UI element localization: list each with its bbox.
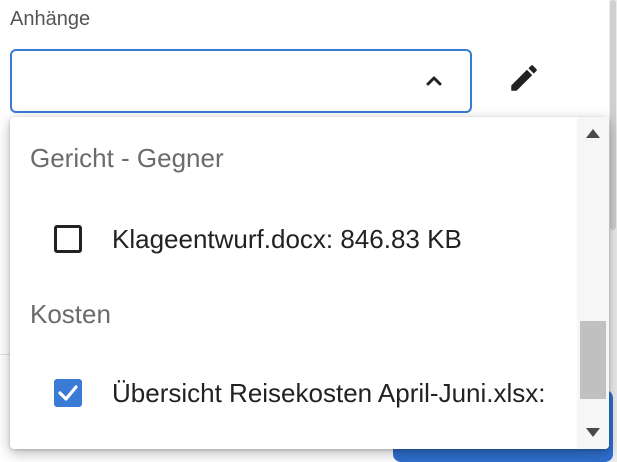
checkbox-unchecked[interactable] — [54, 225, 82, 253]
dropdown-scrollbar-thumb[interactable] — [580, 321, 606, 399]
edit-button[interactable] — [502, 56, 546, 100]
chevron-up-icon[interactable] — [424, 71, 444, 91]
option-reisekosten[interactable]: Übersicht Reisekosten April-Juni.xlsx: — [54, 373, 546, 413]
option-label: Klageentwurf.docx: 846.83 KB — [112, 223, 462, 254]
page-scrollbar-thumb[interactable] — [610, 0, 616, 230]
scroll-up-arrow-icon[interactable] — [586, 129, 600, 138]
attachments-label: Anhänge — [10, 8, 91, 30]
group-header-gericht-gegner: Gericht - Gegner — [30, 143, 224, 173]
scroll-down-arrow-icon[interactable] — [586, 428, 600, 437]
group-header-kosten: Kosten — [30, 299, 111, 329]
dropdown-scrollbar[interactable] — [577, 117, 609, 449]
checkmark-icon — [58, 385, 78, 401]
attachments-dropdown: Gericht - Gegner Klageentwurf.docx: 846.… — [10, 117, 609, 449]
checkbox-checked[interactable] — [54, 379, 82, 407]
option-label: Übersicht Reisekosten April-Juni.xlsx: — [112, 377, 546, 408]
attachments-select[interactable] — [10, 49, 472, 113]
option-klageentwurf[interactable]: Klageentwurf.docx: 846.83 KB — [54, 219, 462, 259]
pencil-icon — [511, 65, 537, 91]
